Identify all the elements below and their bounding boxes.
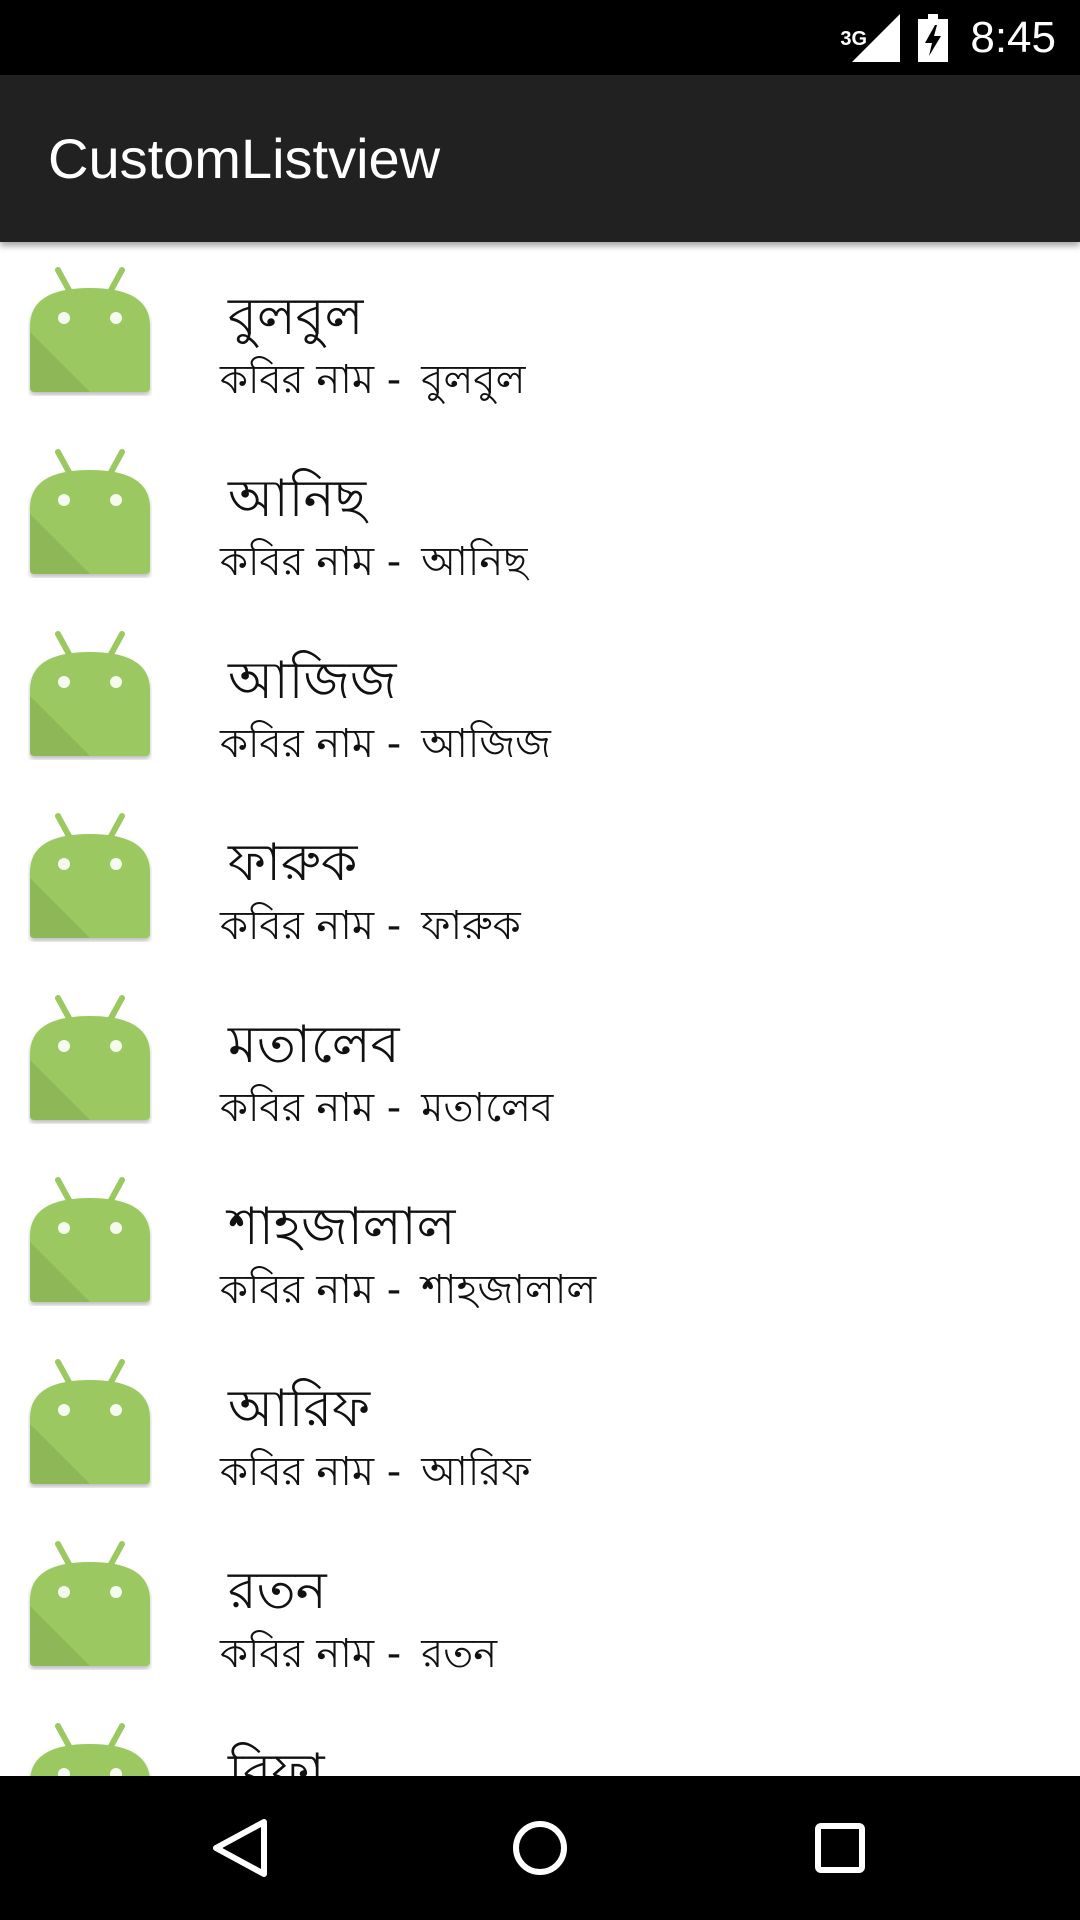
list-item[interactable]: শাহজালাল কবির নাম - শাহজালাল: [0, 1152, 1080, 1334]
android-icon: [28, 448, 152, 578]
item-title: রিফা: [228, 1743, 325, 1776]
subtitle-poet-name: ফারুক: [421, 903, 521, 949]
subtitle-prefix: কবির নাম -: [220, 1267, 402, 1313]
list-item[interactable]: আজিজ কবির নাম - আজিজ: [0, 606, 1080, 788]
subtitle-poet-name: রতন: [421, 1631, 498, 1677]
item-subtitle: কবির নাম - আজিজ: [220, 712, 551, 779]
list-item[interactable]: মতালেব কবির নাম - মতালেব: [0, 970, 1080, 1152]
subtitle-poet-name: শাহজালাল: [421, 1267, 597, 1313]
navigation-bar: [0, 1776, 1080, 1920]
android-icon: [28, 1722, 152, 1776]
item-subtitle: কবির নাম - আনিছ: [220, 530, 527, 597]
list-item[interactable]: রিফা: [0, 1698, 1080, 1776]
android-icon: [28, 630, 152, 760]
subtitle-prefix: কবির নাম -: [220, 1631, 402, 1677]
status-bar: 3G 8:45: [0, 0, 1080, 75]
android-icon: [28, 1540, 152, 1670]
subtitle-prefix: কবির নাম -: [220, 539, 402, 585]
item-subtitle: কবির নাম - ফারুক: [220, 894, 521, 961]
subtitle-poet-name: মতালেব: [421, 1085, 554, 1131]
android-icon: [28, 812, 152, 942]
recent-apps-icon[interactable]: [804, 1812, 876, 1884]
list-item[interactable]: বুলবুল কবির নাম - বুলবুল: [0, 242, 1080, 424]
back-icon[interactable]: [204, 1812, 276, 1884]
subtitle-prefix: কবির নাম -: [220, 721, 402, 767]
android-icon: [28, 266, 152, 396]
subtitle-prefix: কবির নাম -: [220, 357, 402, 403]
battery-charging-icon: [918, 13, 949, 62]
subtitle-poet-name: বুলবুল: [421, 357, 526, 403]
home-icon[interactable]: [504, 1812, 576, 1884]
status-clock: 8:45: [970, 12, 1056, 62]
subtitle-prefix: কবির নাম -: [220, 903, 402, 949]
android-icon: [28, 994, 152, 1124]
subtitle-poet-name: আজিজ: [421, 721, 551, 767]
subtitle-prefix: কবির নাম -: [220, 1449, 402, 1495]
poet-list[interactable]: বুলবুল কবির নাম - বুলবুল আনিছ কবির নাম - আনিছ…: [0, 242, 1080, 1776]
list-item[interactable]: আনিছ কবির নাম - আনিছ: [0, 424, 1080, 606]
android-icon: [28, 1176, 152, 1306]
android-icon: [28, 1358, 152, 1488]
item-subtitle: কবির নাম - মতালেব: [220, 1076, 553, 1143]
subtitle-prefix: কবির নাম -: [220, 1085, 402, 1131]
subtitle-poet-name: আরিফ: [421, 1449, 531, 1495]
item-subtitle: কবির নাম - শাহজালাল: [220, 1258, 596, 1325]
status-icons: 3G 8:45: [840, 0, 1056, 75]
subtitle-poet-name: আনিছ: [421, 539, 528, 585]
app-bar: CustomListview: [0, 75, 1080, 242]
list-item[interactable]: ফারুক কবির নাম - ফারুক: [0, 788, 1080, 970]
app-title: CustomListview: [48, 127, 441, 190]
network-type-label: 3G: [840, 27, 868, 50]
list-item[interactable]: আরিফ কবির নাম - আরিফ: [0, 1334, 1080, 1516]
signal-indicator: 3G: [840, 13, 901, 62]
item-subtitle: কবির নাম - রতন: [220, 1622, 497, 1689]
item-subtitle: কবির নাম - বুলবুল: [220, 348, 525, 415]
list-item[interactable]: রতন কবির নাম - রতন: [0, 1516, 1080, 1698]
item-subtitle: কবির নাম - আরিফ: [220, 1440, 531, 1507]
